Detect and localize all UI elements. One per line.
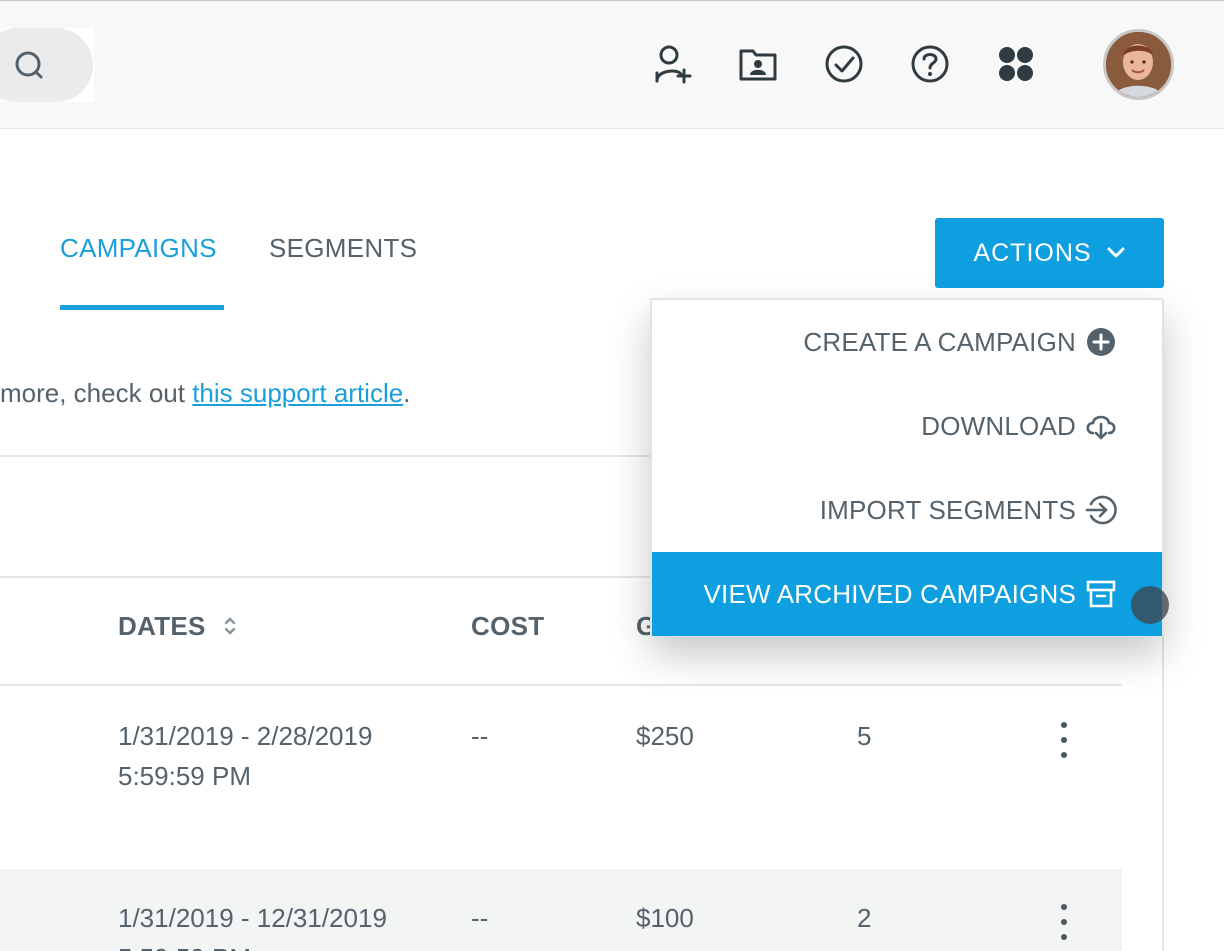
row1-dates-range: 1/31/2019 - 2/28/2019 [118,721,373,751]
help-text: more, check out this support article. [0,378,410,409]
avatar[interactable] [1103,29,1174,100]
column-header-dates-label: DATES [118,611,206,641]
column-header-cost: COST [471,611,545,641]
row1-giving-goal: $250 [636,721,694,751]
row2-cost: -- [471,903,489,933]
help-icon[interactable] [909,43,951,85]
plus-circle-icon [1084,325,1118,359]
row1-more-options-icon[interactable] [1054,722,1074,758]
mouse-cursor-indicator [1131,586,1169,624]
apps-grid-icon[interactable] [995,43,1037,85]
archive-box-icon [1084,577,1118,611]
row2-giving-goal: $100 [636,903,694,933]
import-arrow-icon [1084,493,1118,527]
row1-gift-goal: 5 [857,721,872,751]
cloud-download-icon [1084,409,1118,443]
row1-dates: 1/31/2019 - 2/28/2019 5:59:59 PM [118,716,372,796]
top-navigation-bar [0,0,1224,129]
tab-campaigns[interactable]: CAMPAIGNS [60,233,217,264]
menu-item-import-segments[interactable]: IMPORT SEGMENTS [652,468,1162,552]
help-text-prefix: more, check out [0,378,193,408]
menu-item-view-archived-campaigns[interactable]: VIEW ARCHIVED CAMPAIGNS [652,552,1162,636]
menu-item-label: DOWNLOAD [921,410,1076,441]
row2-dates-range: 1/31/2019 - 12/31/2019 [118,903,387,933]
actions-dropdown-menu: CREATE A CAMPAIGN DOWNLOAD IMPORT SEGMEN… [650,298,1164,637]
support-article-link[interactable]: this support article [192,378,403,408]
sort-icon[interactable] [223,615,237,637]
row2-more-options-icon[interactable] [1054,904,1074,940]
check-circle-icon[interactable] [823,43,865,85]
menu-item-label: IMPORT SEGMENTS [819,494,1076,525]
chevron-down-icon [1107,247,1125,258]
menu-item-label: VIEW ARCHIVED CAMPAIGNS [703,578,1076,609]
row1-dates-time: 5:59:59 PM [118,761,251,791]
menu-item-create-campaign[interactable]: CREATE A CAMPAIGN [652,300,1162,384]
menu-item-label: CREATE A CAMPAIGN [803,326,1076,357]
contact-folder-icon[interactable] [737,43,779,85]
active-tab-indicator [60,305,224,310]
actions-button-label: ACTIONS [973,238,1092,267]
tab-segments[interactable]: SEGMENTS [269,233,417,264]
help-text-suffix: . [403,378,411,408]
search-icon[interactable] [13,49,47,83]
row2-dates: 1/31/2019 - 12/31/2019 5:59:59 PM [118,898,387,951]
row2-dates-time: 5:59:59 PM [118,938,387,951]
column-header-dates[interactable]: DATES [118,611,237,642]
actions-button[interactable]: ACTIONS [935,218,1164,288]
table-header-divider [0,684,1122,686]
add-user-icon[interactable] [652,43,694,85]
row1-cost: -- [471,721,489,751]
menu-item-download[interactable]: DOWNLOAD [652,384,1162,468]
row2-gift-goal: 2 [857,903,872,933]
